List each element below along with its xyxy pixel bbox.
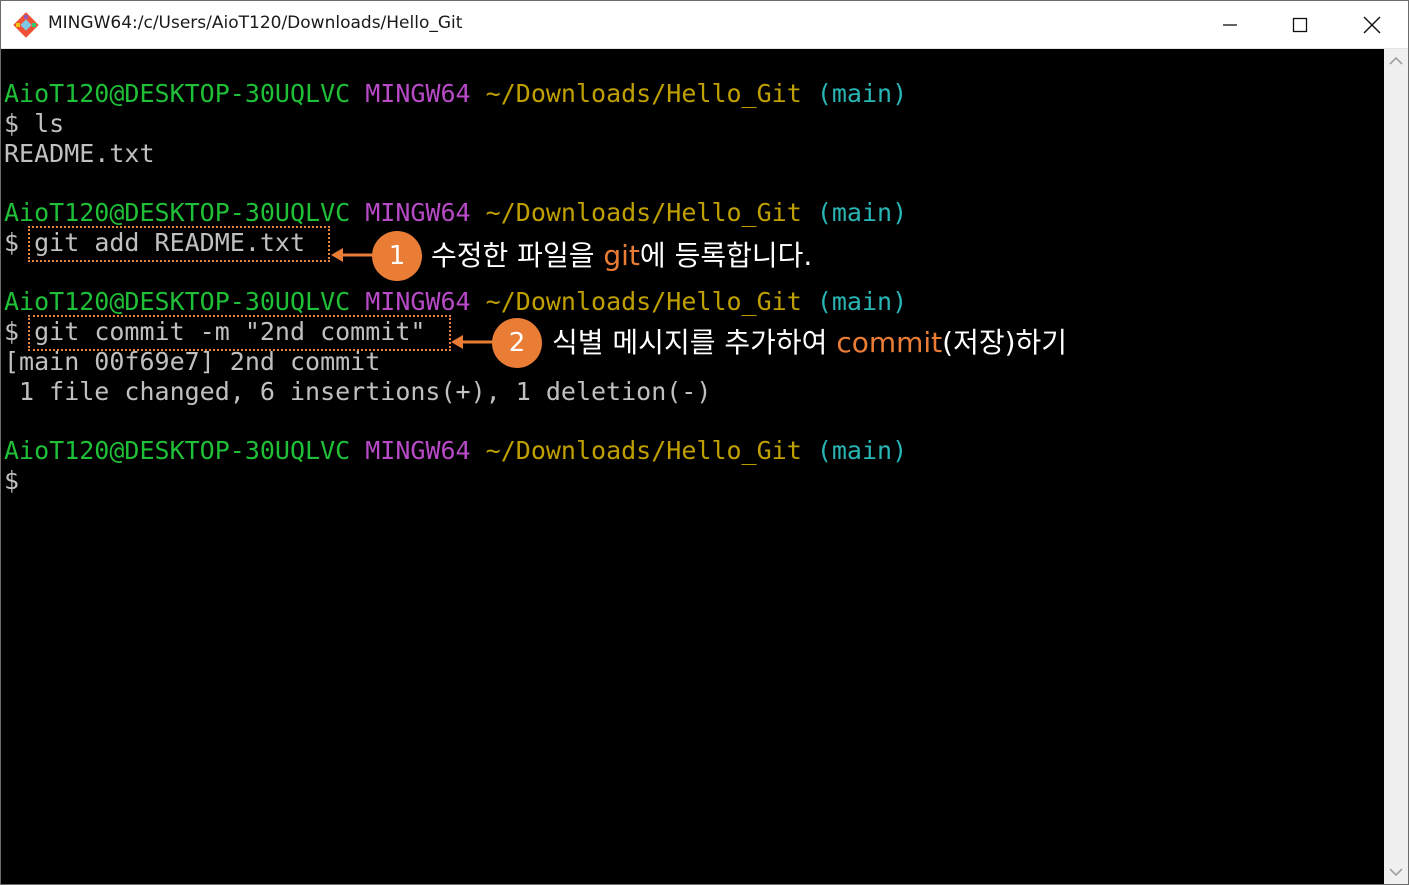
step-badge: 2: [492, 318, 542, 368]
maximize-button[interactable]: [1265, 1, 1335, 48]
prompt-path: ~/Downloads/Hello_Git: [485, 79, 802, 108]
prompt-user: AioT120@DESKTOP-30UQLVC: [4, 436, 351, 465]
annotation-text: (저장)하기: [942, 326, 1068, 359]
prompt-system: MINGW64: [365, 79, 471, 108]
prompt-branch: (main): [816, 198, 908, 227]
chevron-down-icon: [1389, 868, 1403, 877]
prompt-branch: (main): [816, 79, 908, 108]
command-line: $ ls: [4, 109, 65, 138]
minimize-icon: [1223, 23, 1237, 26]
prompt-user: AioT120@DESKTOP-30UQLVC: [4, 287, 351, 316]
close-icon: [1363, 16, 1381, 33]
prompt-user: AioT120@DESKTOP-30UQLVC: [4, 79, 351, 108]
annotation-accent: commit: [836, 326, 943, 359]
prompt-system: MINGW64: [365, 198, 471, 227]
input-cursor-line[interactable]: $: [4, 466, 19, 496]
prompt-path: ~/Downloads/Hello_Git: [485, 287, 802, 316]
prompt-line: AioT120@DESKTOP-30UQLVC MINGW64 ~/Downlo…: [4, 287, 907, 317]
vertical-scrollbar[interactable]: [1384, 49, 1408, 884]
prompt-branch: (main): [816, 287, 908, 316]
arrow-left-icon: [451, 335, 497, 349]
annotation-text: 에 등록합니다.: [639, 239, 813, 272]
prompt-branch: (main): [816, 436, 908, 465]
chevron-up-icon: [1389, 56, 1403, 65]
prompt-system: MINGW64: [365, 287, 471, 316]
close-button[interactable]: [1337, 1, 1407, 48]
title-bar[interactable]: MINGW64:/c/Users/AioT120/Downloads/Hello…: [1, 1, 1408, 49]
output-line: README.txt: [4, 139, 155, 168]
arrow-left-icon: [331, 248, 377, 262]
annotation-accent: git: [603, 239, 640, 272]
annotation-text: 수정한 파일을: [431, 239, 604, 272]
window-title: MINGW64:/c/Users/AioT120/Downloads/Hello…: [48, 13, 463, 33]
scroll-down-button[interactable]: [1384, 860, 1408, 884]
prompt-line: AioT120@DESKTOP-30UQLVC MINGW64 ~/Downlo…: [4, 79, 907, 109]
highlight-box-git-add: [28, 226, 330, 262]
prompt-path: ~/Downloads/Hello_Git: [485, 436, 802, 465]
prompt-line: AioT120@DESKTOP-30UQLVC MINGW64 ~/Downlo…: [4, 198, 907, 228]
output-line: 1 file changed, 6 insertions(+), 1 delet…: [4, 377, 712, 406]
git-diamond-icon: [13, 12, 39, 38]
annotation-note: 식별 메시지를 추가하여 commit(저장)하기: [552, 325, 1067, 361]
scroll-up-button[interactable]: [1384, 49, 1408, 73]
prompt-line: AioT120@DESKTOP-30UQLVC MINGW64 ~/Downlo…: [4, 436, 907, 466]
prompt-user: AioT120@DESKTOP-30UQLVC: [4, 198, 351, 227]
output-line: [main 00f69e7] 2nd commit: [4, 347, 381, 376]
highlight-box-git-commit: [28, 315, 451, 351]
annotation-text: 식별 메시지를 추가하여: [552, 326, 837, 359]
terminal-window: MINGW64:/c/Users/AioT120/Downloads/Hello…: [0, 0, 1409, 885]
step-badge: 1: [372, 231, 422, 281]
prompt-system: MINGW64: [365, 436, 471, 465]
minimize-button[interactable]: [1195, 1, 1265, 48]
annotation-note: 수정한 파일을 git에 등록합니다.: [431, 238, 812, 274]
prompt-path: ~/Downloads/Hello_Git: [485, 198, 802, 227]
terminal-output[interactable]: AioT120@DESKTOP-30UQLVC MINGW64 ~/Downlo…: [1, 49, 1384, 884]
maximize-icon: [1292, 17, 1308, 32]
